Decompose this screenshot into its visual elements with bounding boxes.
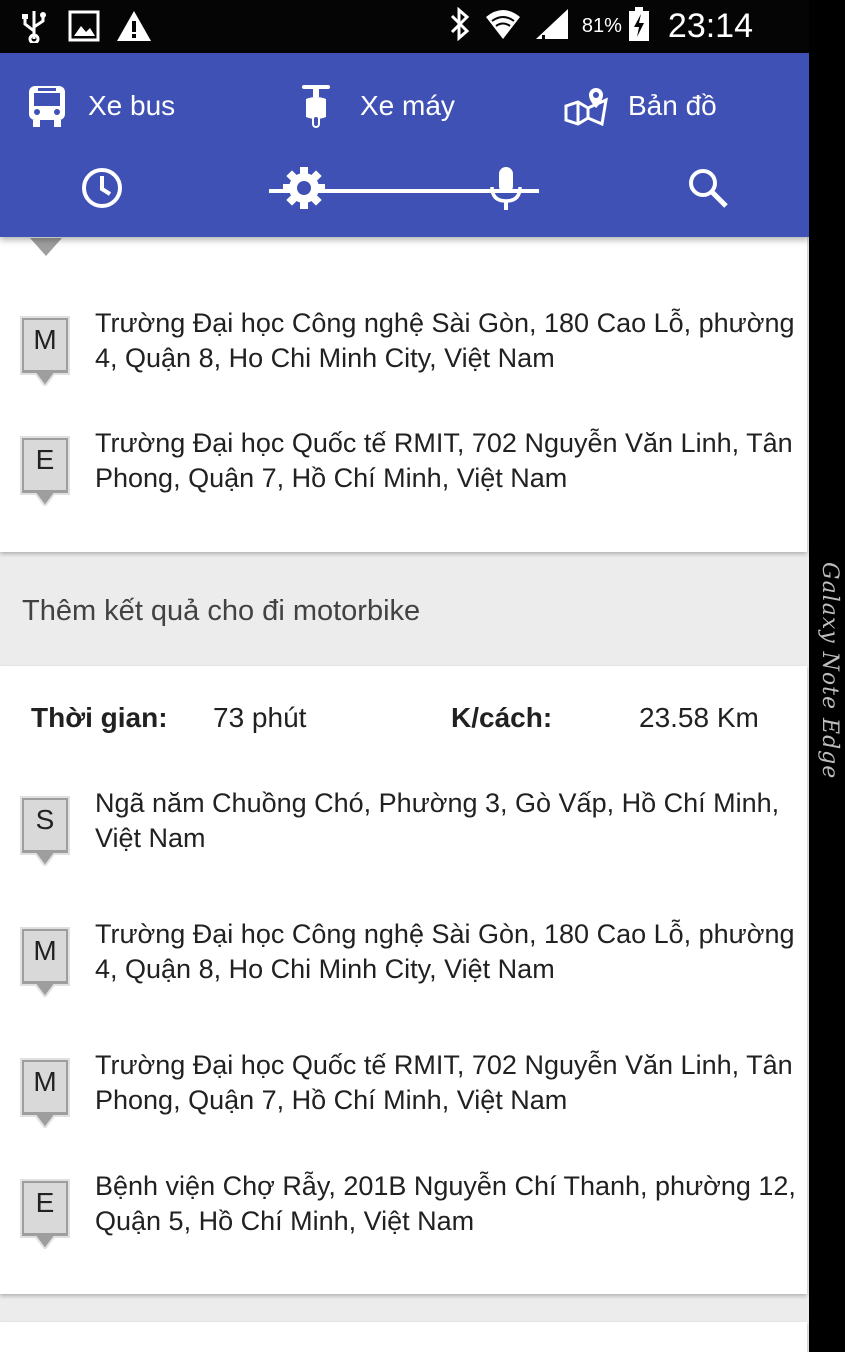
stop-address: Trường Đại học Quốc tế RMIT, 702 Nguyễn … — [95, 1050, 793, 1115]
distance-label: K/cách: — [451, 702, 553, 733]
route-stop[interactable]: E Bệnh viện Chợ Rẫy, 201B Nguyễn Chí Tha… — [16, 1169, 796, 1259]
tab-ban-do[interactable]: Bản đồ — [564, 71, 717, 141]
marker-letter: M — [33, 935, 57, 966]
image-icon — [68, 8, 100, 44]
search-icon — [689, 169, 728, 208]
device-edge-label: Galaxy Note Edge — [817, 562, 842, 780]
route-stop[interactable]: M Trường Đại học Công nghệ Sài Gòn, 180 … — [16, 917, 796, 1007]
stop-address: Trường Đại học Quốc tế RMIT, 702 Nguyễn … — [95, 428, 793, 493]
battery-percent: 81% — [581, 14, 622, 37]
marker-letter: M — [33, 324, 57, 355]
settings-icon — [283, 167, 325, 209]
voice-search-button[interactable] — [481, 163, 531, 213]
status-bar: 81% 23:14 — [0, 0, 809, 53]
marker-letter: E — [35, 1187, 55, 1218]
wifi-icon — [484, 7, 522, 46]
tab-xe-may[interactable]: Xe máy — [298, 71, 455, 141]
route-stop[interactable]: M Trường Đại học Công nghệ Sài Gòn, 180 … — [16, 306, 796, 396]
status-clock: 23:14 — [667, 6, 753, 45]
tab-ban-do-label: Bản đồ — [628, 90, 717, 121]
scooter-icon — [298, 83, 334, 129]
stop-address: Trường Đại học Công nghệ Sài Gòn, 180 Ca… — [95, 919, 795, 984]
warning-icon — [116, 8, 152, 44]
usb-icon — [20, 8, 48, 44]
marker-letter: M — [33, 1066, 57, 1097]
bus-icon — [26, 84, 68, 128]
time-value: 73 phút — [213, 702, 307, 733]
more-results-label: Thêm kết quả cho đi motorbike — [22, 595, 421, 627]
marker-tail — [30, 238, 62, 256]
app-screen: 81% 23:14 Xe bus Xe máy Bản đồ M Trường … — [0, 0, 809, 1352]
marker-letter: S — [35, 804, 55, 835]
device-edge-panel: Galaxy Note Edge — [809, 0, 845, 1352]
distance-value: 23.58 Km — [639, 702, 759, 733]
mic-icon — [490, 167, 522, 210]
route-stop[interactable]: M Trường Đại học Quốc tế RMIT, 702 Nguyễ… — [16, 1048, 796, 1138]
more-results-header[interactable]: Thêm kết quả cho đi motorbike — [0, 560, 809, 662]
tab-xe-bus-label: Xe bus — [88, 90, 176, 121]
history-button[interactable] — [77, 163, 127, 213]
route-card-3[interactable] — [0, 1322, 807, 1352]
stop-address: Trường Đại học Công nghệ Sài Gòn, 180 Ca… — [95, 308, 795, 373]
app-bar: Xe bus Xe máy Bản đồ — [0, 53, 809, 237]
tab-xe-may-label: Xe máy — [360, 90, 455, 121]
marker-letter: E — [35, 444, 55, 475]
time-label: Thời gian: — [31, 702, 168, 733]
clock-icon — [82, 168, 122, 208]
route-stop[interactable]: E Trường Đại học Quốc tế RMIT, 702 Nguyễ… — [16, 426, 796, 516]
tab-xe-bus[interactable]: Xe bus — [26, 71, 175, 141]
route-card-1[interactable]: M Trường Đại học Công nghệ Sài Gòn, 180 … — [0, 218, 807, 552]
map-icon — [564, 86, 608, 126]
bluetooth-icon — [448, 6, 472, 46]
search-button[interactable] — [683, 163, 733, 213]
battery-charging-icon — [628, 6, 650, 46]
settings-button[interactable] — [279, 163, 329, 213]
stop-address: Bệnh viện Chợ Rẫy, 201B Nguyễn Chí Thanh… — [95, 1171, 796, 1236]
signal-icon — [534, 7, 570, 46]
route-stop[interactable]: S Ngã năm Chuồng Chó, Phường 3, Gò Vấp, … — [16, 786, 796, 876]
stop-address: Ngã năm Chuồng Chó, Phường 3, Gò Vấp, Hồ… — [95, 788, 780, 853]
